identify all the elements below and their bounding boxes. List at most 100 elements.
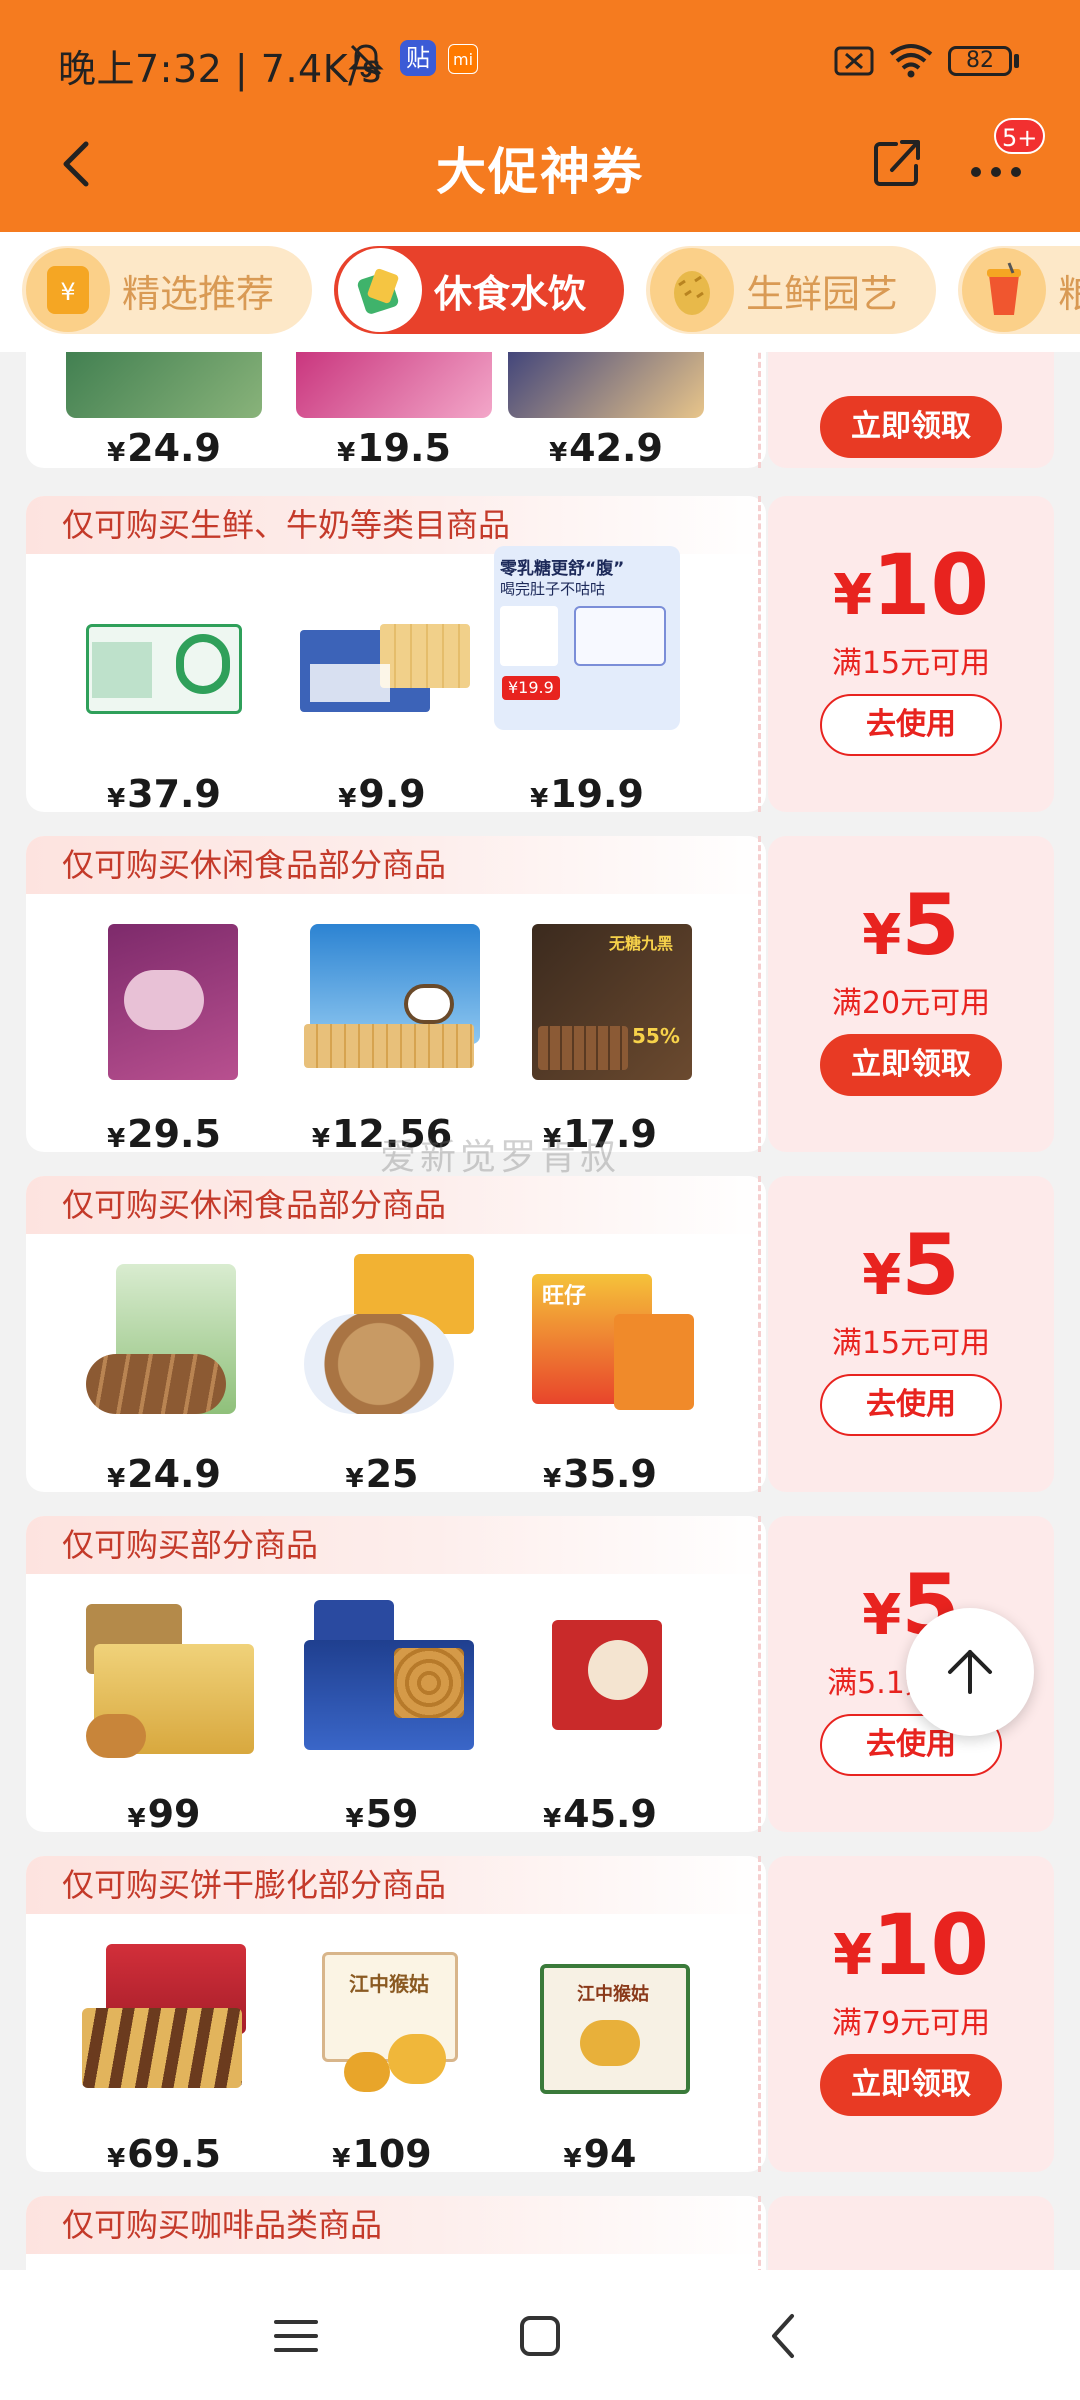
coupon-card: ¥24.9 ¥19.5 ¥42.9 立即领取 xyxy=(26,352,1054,468)
product-price: ¥19.9 xyxy=(530,772,644,812)
coupon-products-panel: 仅可购买部分商品 ¥99 ¥59 ¥45.9 xyxy=(26,1516,766,1832)
tab-snacks-drinks[interactable]: 休食水饮 xyxy=(334,246,624,334)
drink-icon xyxy=(962,248,1046,332)
home-icon[interactable] xyxy=(510,2306,570,2366)
tab-featured[interactable]: ¥ 精选推荐 xyxy=(22,246,312,334)
product-price: ¥37.9 xyxy=(107,772,221,812)
coupon-list: ¥24.9 ¥19.5 ¥42.9 立即领取 仅可购买生鲜、牛奶等类目商品 ¥3… xyxy=(0,352,1080,2270)
nav-row: 大促神券 5+ xyxy=(0,118,1080,232)
coupon-card: 仅可购买咖啡品类商品 xyxy=(26,2196,1054,2270)
coupon-products-panel: 仅可购买休闲食品部分商品 ¥29.5 ¥12.56 无糖九黑 55% ¥17.9 xyxy=(26,836,766,1152)
product-image xyxy=(284,904,480,1094)
coupon-amount: ¥10 xyxy=(833,536,989,634)
coupon-threshold: 满15元可用 xyxy=(831,1326,991,1361)
product-price: ¥29.5 xyxy=(107,1112,221,1152)
watermark: 爱新觉罗肯叔 xyxy=(380,1137,621,1178)
coupon-value-panel: ¥5 满20元可用 立即领取 xyxy=(758,836,1054,1152)
use-button[interactable]: 去使用 xyxy=(820,694,1002,756)
mute-bell-icon xyxy=(348,44,384,78)
coupon-products-panel: 仅可购买生鲜、牛奶等类目商品 ¥37.9 ¥9.9 零乳糖更舒“腹” 喝完肚子不… xyxy=(26,496,766,812)
product-image xyxy=(284,1244,480,1434)
product-price: ¥9.9 xyxy=(338,772,426,812)
pack-label-percent: 55% xyxy=(632,1024,680,1048)
product-price: ¥24.9 xyxy=(107,426,221,468)
snack-icon xyxy=(338,248,422,332)
product-image: 零乳糖更舒“腹” 喝完肚子不咕咕 ¥19.9 xyxy=(494,546,680,730)
promo-line1: 零乳糖更舒“腹” xyxy=(500,559,625,579)
tab-fresh-garden[interactable]: 生鲜园艺 xyxy=(646,246,936,334)
coupon-value-panel: ¥10 满79元可用 立即领取 xyxy=(758,1856,1054,2172)
claim-button[interactable]: 立即领取 xyxy=(820,2054,1002,2116)
coupon-amount: ¥5 xyxy=(862,876,960,974)
coupon-condition: 仅可购买咖啡品类商品 xyxy=(26,2196,766,2254)
coupon-card: 仅可购买生鲜、牛奶等类目商品 ¥37.9 ¥9.9 零乳糖更舒“腹” 喝完肚子不… xyxy=(26,496,1054,812)
coupon-threshold: 满20元可用 xyxy=(831,986,991,1021)
scroll-to-top-button[interactable] xyxy=(906,1608,1034,1736)
product-image xyxy=(66,1244,262,1434)
claim-button[interactable]: 立即领取 xyxy=(820,396,1002,458)
coupon-threshold: 满79元可用 xyxy=(831,2006,991,2041)
pack-label-brand: 江中猴姑 xyxy=(577,1984,649,2005)
product-price: ¥59 xyxy=(345,1792,419,1832)
tab-featured-label: 精选推荐 xyxy=(122,271,275,316)
product-image xyxy=(66,904,262,1094)
menu-icon[interactable] xyxy=(266,2306,326,2366)
promo-price-tag: ¥19.9 xyxy=(502,676,560,700)
battery-icon: 82 xyxy=(948,46,1012,76)
coupon-products-panel: 仅可购买休闲食品部分商品 ¥24.9 ¥25 旺仔 ¥35.9 xyxy=(26,1176,766,1492)
product-price: ¥42.9 xyxy=(549,426,663,468)
coupon-condition: 仅可购买部分商品 xyxy=(26,1516,766,1574)
product-price: ¥45.9 xyxy=(543,1792,657,1832)
back-icon[interactable] xyxy=(754,2306,814,2366)
tab-snacks-drinks-label: 休食水饮 xyxy=(434,271,587,316)
product-image xyxy=(66,1924,262,2114)
coupon-condition: 仅可购买休闲食品部分商品 xyxy=(26,836,766,894)
product-price: ¥99 xyxy=(127,1792,201,1832)
use-button[interactable]: 去使用 xyxy=(820,1374,1002,1436)
product-image: 江中猴姑 xyxy=(284,1924,480,2114)
coupon-value-panel xyxy=(758,2196,1054,2270)
product-image: 江中猴姑 xyxy=(502,1924,698,2114)
product-price: ¥94 xyxy=(563,2132,637,2172)
battery-level: 82 xyxy=(966,48,994,73)
mi-icon: mi xyxy=(448,44,478,74)
product-image xyxy=(508,352,704,418)
coupon-threshold: 满15元可用 xyxy=(831,646,991,681)
coupon-condition: 仅可购买饼干膨化部分商品 xyxy=(26,1856,766,1914)
more-badge: 5+ xyxy=(994,118,1046,154)
promo-line2: 喝完肚子不咕咕 xyxy=(500,580,606,598)
claim-button[interactable]: 立即领取 xyxy=(820,1034,1002,1096)
coupon-value-panel: ¥5 满15元可用 去使用 xyxy=(758,1176,1054,1492)
battery-tip xyxy=(1014,54,1019,68)
status-time: 晚上7:32 | 7.4K/s xyxy=(58,47,382,91)
tab-grain[interactable]: 粮 xyxy=(958,246,1080,334)
product-image xyxy=(66,1584,262,1774)
pack-label-brand: 江中猴姑 xyxy=(349,1972,429,1996)
product-image xyxy=(66,564,262,754)
coupon-products-panel: 仅可购买咖啡品类商品 xyxy=(26,2196,766,2270)
coupon-icon: ¥ xyxy=(26,248,110,332)
coupon-value-panel: 立即领取 xyxy=(758,352,1054,468)
arrow-up-icon xyxy=(948,1650,992,1694)
product-image xyxy=(296,352,492,418)
category-tabs: ¥ 精选推荐 休食水饮 生鲜园艺 粮 xyxy=(0,232,1080,352)
status-bar: 晚上7:32 | 7.4K/s 贴 mi 82 xyxy=(0,0,1080,118)
app-badge-icon: 贴 xyxy=(400,40,436,76)
coupon-condition: 仅可购买休闲食品部分商品 xyxy=(26,1176,766,1234)
share-icon[interactable] xyxy=(868,132,928,192)
product-price: ¥109 xyxy=(332,2132,432,2172)
product-price: ¥24.9 xyxy=(107,1452,221,1492)
product-image xyxy=(502,1584,698,1774)
coupon-card: 仅可购买休闲食品部分商品 ¥24.9 ¥25 旺仔 ¥35.9 ¥5 满15元可… xyxy=(26,1176,1054,1492)
tab-fresh-garden-label: 生鲜园艺 xyxy=(746,271,899,316)
product-price: ¥35.9 xyxy=(543,1452,657,1492)
product-price: ¥19.5 xyxy=(337,426,451,468)
sim-off-icon xyxy=(834,46,874,76)
coupon-card: 仅可购买饼干膨化部分商品 ¥69.5 江中猴姑 ¥109 江中猴姑 ¥94 ¥1… xyxy=(26,1856,1054,2172)
product-price: ¥69.5 xyxy=(107,2132,221,2172)
product-image xyxy=(66,352,262,418)
coupon-products-panel: ¥24.9 ¥19.5 ¥42.9 xyxy=(26,352,766,468)
system-navigation-bar xyxy=(0,2270,1080,2400)
svg-text:¥: ¥ xyxy=(60,278,75,306)
coupon-amount: ¥5 xyxy=(862,1216,960,1314)
